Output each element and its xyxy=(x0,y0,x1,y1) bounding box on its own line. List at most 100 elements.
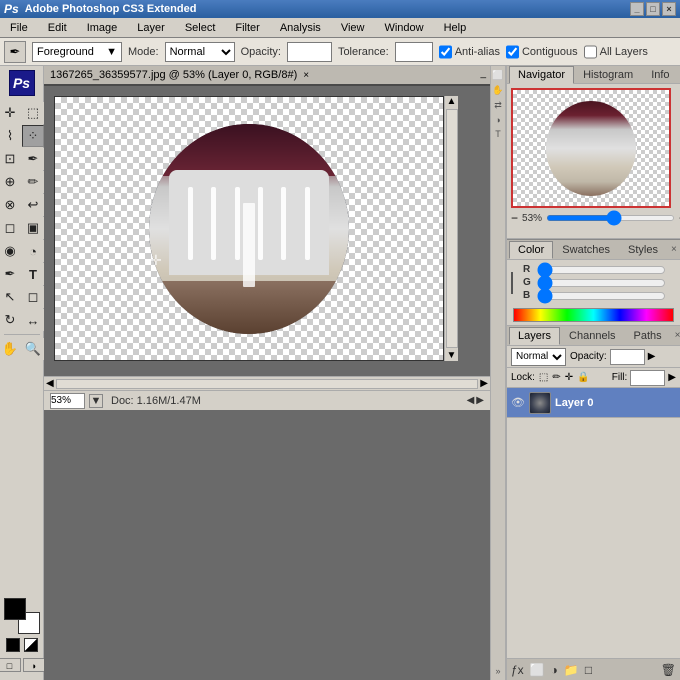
anti-alias-group[interactable]: Anti-alias xyxy=(439,42,500,62)
menu-image[interactable]: Image xyxy=(81,20,124,36)
all-layers-group[interactable]: All Layers xyxy=(584,42,648,62)
add-style-btn[interactable]: ƒx xyxy=(511,663,524,677)
lock-position-icon[interactable]: ✛ xyxy=(565,372,573,383)
menu-filter[interactable]: Filter xyxy=(229,20,265,36)
delete-layer-btn[interactable]: 🗑 xyxy=(661,663,676,677)
menu-view[interactable]: View xyxy=(335,20,371,36)
tab-info[interactable]: Info xyxy=(642,66,678,84)
heal-tool[interactable]: ⊕ xyxy=(0,171,21,193)
foreground-color-swatch[interactable] xyxy=(4,598,26,620)
eraser-tool[interactable]: ◻ xyxy=(0,217,21,239)
tab-layers[interactable]: Layers xyxy=(509,327,560,345)
path-select-tool[interactable]: ↖ xyxy=(0,286,21,308)
menu-analysis[interactable]: Analysis xyxy=(274,20,327,36)
document-tab-close[interactable]: × xyxy=(303,70,309,81)
vertical-scrollbar[interactable]: ▲ ▼ xyxy=(444,96,458,361)
brush-tool[interactable]: ✏ xyxy=(22,171,44,193)
layers-panel-close[interactable]: × xyxy=(671,330,680,341)
lock-transparent-icon[interactable]: ⬚ xyxy=(539,372,548,383)
move-tool[interactable]: ✛ xyxy=(0,102,21,124)
nav-zoom-minus[interactable]: − xyxy=(511,211,518,225)
menu-layer[interactable]: Layer xyxy=(131,20,171,36)
scroll-thumb[interactable] xyxy=(446,109,458,348)
new-group-btn[interactable]: 📁 xyxy=(564,663,579,677)
eyedropper-tool[interactable]: ✒ xyxy=(22,148,44,170)
hand-tool[interactable]: ✋ xyxy=(0,338,21,360)
tab-swatches[interactable]: Swatches xyxy=(553,241,619,259)
zoom-tool[interactable]: 🔍 xyxy=(22,338,44,360)
mode-select[interactable]: Normal xyxy=(165,42,235,62)
tab-histogram[interactable]: Histogram xyxy=(574,66,642,84)
tab-navigator[interactable]: Navigator xyxy=(509,66,574,84)
tab-channels[interactable]: Channels xyxy=(560,327,624,345)
tab-styles[interactable]: Styles xyxy=(619,241,667,259)
panel-expand-icon[interactable]: » xyxy=(495,666,500,676)
panel-hand-icon[interactable]: ✋ xyxy=(492,85,503,96)
green-slider[interactable] xyxy=(537,279,666,287)
layer-row[interactable]: 👁 Layer 0 xyxy=(507,388,680,418)
tab-paths[interactable]: Paths xyxy=(625,327,671,345)
nav-arrows[interactable]: ◀ ▶ xyxy=(467,395,484,406)
color-panel-close[interactable]: × xyxy=(667,244,680,255)
new-layer-btn[interactable]: □ xyxy=(585,663,592,677)
scroll-left-arrow[interactable]: ◀ xyxy=(46,378,54,389)
zoom-popup-btn[interactable]: ▼ xyxy=(89,394,103,408)
opacity-arrow[interactable]: ▶ xyxy=(648,351,656,362)
marquee-tool[interactable]: ⬚ xyxy=(22,102,44,124)
nav-zoom-slider[interactable] xyxy=(546,215,675,221)
3d-pan-tool[interactable]: ↔ xyxy=(22,309,44,331)
document-tab[interactable]: 1367265_36359577.jpg @ 53% (Layer 0, RGB… xyxy=(44,66,490,86)
all-layers-checkbox[interactable] xyxy=(584,42,597,62)
lock-image-icon[interactable]: ✏ xyxy=(552,372,560,383)
opacity-input[interactable]: 100% xyxy=(287,42,332,62)
panel-nav-icon[interactable]: ⬜ xyxy=(492,70,503,81)
standard-mode-btn[interactable]: □ xyxy=(0,658,21,672)
panel-type-icon[interactable]: T xyxy=(495,129,501,139)
clone-tool[interactable]: ⊗ xyxy=(0,194,21,216)
text-tool[interactable]: T xyxy=(22,263,44,285)
quick-select-tool[interactable]: ⁘ xyxy=(22,125,44,147)
menu-window[interactable]: Window xyxy=(378,20,429,36)
menu-file[interactable]: File xyxy=(4,20,34,36)
scroll-up-arrow[interactable]: ▲ xyxy=(447,96,457,107)
color-fg-swatch[interactable] xyxy=(511,272,513,294)
contiguous-group[interactable]: Contiguous xyxy=(506,42,578,62)
layer-visibility-icon[interactable]: 👁 xyxy=(511,396,525,409)
lock-all-icon[interactable]: 🔒 xyxy=(577,372,589,383)
scroll-right-arrow[interactable]: ▶ xyxy=(480,378,488,389)
foreground-select[interactable]: Foreground ▼ xyxy=(32,42,122,62)
3d-rotate-tool[interactable]: ↻ xyxy=(0,309,21,331)
menu-help[interactable]: Help xyxy=(438,20,473,36)
blur-tool[interactable]: ◉ xyxy=(0,240,21,262)
minimize-button[interactable]: _ xyxy=(630,2,644,16)
add-mask-btn[interactable]: ⬜ xyxy=(530,663,545,677)
fill-arrow[interactable]: ▶ xyxy=(668,372,676,383)
zoom-input[interactable]: 53% xyxy=(50,393,85,409)
anti-alias-checkbox[interactable] xyxy=(439,42,452,62)
panel-switch-icon[interactable]: ⇄ xyxy=(494,100,502,111)
maximize-button[interactable]: □ xyxy=(646,2,660,16)
new-fill-btn[interactable]: ◑ xyxy=(551,663,558,677)
history-brush-tool[interactable]: ↩ xyxy=(22,194,44,216)
zoom-status[interactable]: 53% ▼ xyxy=(50,393,103,409)
close-button[interactable]: × xyxy=(662,2,676,16)
shape-tool[interactable]: ◻ xyxy=(22,286,44,308)
document-canvas[interactable]: ✛ xyxy=(54,96,444,361)
nav-next[interactable]: ▶ xyxy=(476,395,484,406)
fg-bg-colors[interactable] xyxy=(4,598,40,634)
blend-mode-select[interactable]: Normal xyxy=(511,348,566,366)
pen-tool[interactable]: ✒ xyxy=(0,263,21,285)
crop-tool[interactable]: ⊡ xyxy=(0,148,21,170)
contiguous-checkbox[interactable] xyxy=(506,42,519,62)
horizontal-scrollbar[interactable]: ◀ ▶ xyxy=(44,376,490,390)
gradient-tool[interactable]: ▣ xyxy=(22,217,44,239)
swap-colors-icon[interactable] xyxy=(24,638,38,652)
panel-mask-icon[interactable]: ◑ xyxy=(495,115,500,125)
quick-mask-btn[interactable]: ◑ xyxy=(23,658,45,672)
scroll-h-thumb[interactable] xyxy=(56,379,479,389)
red-slider[interactable] xyxy=(537,266,666,274)
scroll-down-arrow[interactable]: ▼ xyxy=(447,350,457,361)
color-spectrum-bar[interactable] xyxy=(513,308,674,322)
foreground-dropdown[interactable]: Foreground ▼ xyxy=(32,42,122,62)
menu-select[interactable]: Select xyxy=(179,20,222,36)
